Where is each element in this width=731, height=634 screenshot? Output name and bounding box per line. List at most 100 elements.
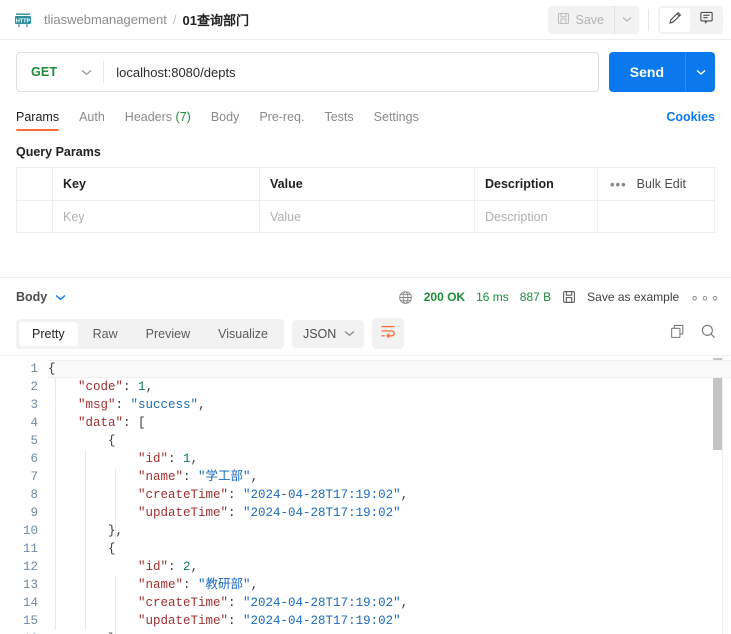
search-icon[interactable] xyxy=(700,323,717,345)
code-line[interactable]: { xyxy=(48,540,731,558)
tab-pretty[interactable]: Pretty xyxy=(19,321,78,346)
code-line[interactable]: "msg": "success", xyxy=(48,396,731,414)
code-token: { xyxy=(48,362,56,376)
breadcrumb-collection[interactable]: tliaswebmanagement xyxy=(44,12,167,27)
code-token: : xyxy=(168,452,184,466)
code-token: "updateTime" xyxy=(138,614,229,628)
comment-icon-button[interactable] xyxy=(691,8,721,32)
cookies-link[interactable]: Cookies xyxy=(666,110,715,131)
word-wrap-button[interactable] xyxy=(372,318,405,349)
save-as-example-button[interactable]: Save as example xyxy=(587,290,679,304)
code-line[interactable]: }, xyxy=(48,630,731,634)
code-token: , xyxy=(250,578,259,592)
bulk-edit-button[interactable]: Bulk Edit xyxy=(637,177,686,191)
code-token: , xyxy=(400,488,409,502)
code-token: "id" xyxy=(138,452,169,466)
send-options-caret[interactable] xyxy=(685,52,715,92)
code-line[interactable]: "createTime": "2024-04-28T17:19:02", xyxy=(48,486,731,504)
send-button[interactable]: Send xyxy=(608,52,685,92)
floppy-disk-icon xyxy=(557,12,570,28)
method-selector[interactable]: GET xyxy=(17,53,103,91)
line-number: 16 xyxy=(0,630,48,634)
tab-settings[interactable]: Settings xyxy=(364,110,429,131)
save-button[interactable]: Save xyxy=(548,6,615,34)
response-body-chevron-down-icon[interactable] xyxy=(55,294,66,301)
response-language-selector[interactable]: JSON xyxy=(291,319,365,348)
code-token: "2024-04-28T17:19:02" xyxy=(243,596,401,610)
tab-raw[interactable]: Raw xyxy=(80,322,131,346)
tab-headers[interactable]: Headers (7) xyxy=(115,110,201,131)
response-view-tabs: Pretty Raw Preview Visualize xyxy=(16,318,284,349)
request-url-row: GET Send xyxy=(0,40,731,103)
line-number: 13 xyxy=(22,578,38,592)
query-params-title: Query Params xyxy=(16,145,101,159)
url-bar: GET xyxy=(16,52,599,92)
tab-params[interactable]: Params xyxy=(16,110,69,131)
code-line[interactable]: "updateTime": "2024-04-28T17:19:02" xyxy=(48,504,731,522)
response-meta: 200 OK 16 ms 887 B Save as example ∘∘∘ xyxy=(398,289,721,306)
response-body-code-area[interactable]: 12345678910111213141516 { "code": 1, "ms… xyxy=(0,355,731,634)
code-line[interactable]: { xyxy=(48,432,731,450)
line-number: 9 xyxy=(30,506,38,520)
code-line[interactable]: { xyxy=(48,360,731,378)
code-token: "2024-04-28T17:19:02" xyxy=(243,506,401,520)
tab-headers-label: Headers xyxy=(124,110,173,124)
line-number: 12 xyxy=(22,560,38,574)
url-input[interactable] xyxy=(104,64,598,80)
tab-tests[interactable]: Tests xyxy=(314,110,363,131)
tab-auth[interactable]: Auth xyxy=(69,110,115,131)
query-params-table: Key Value Description ••• Bulk Edit Key … xyxy=(16,167,715,233)
response-format-bar: Pretty Raw Preview Visualize JSON xyxy=(0,316,731,355)
copy-icon[interactable] xyxy=(669,323,686,345)
code-token: 1 xyxy=(138,380,146,394)
line-number: 5 xyxy=(30,434,38,448)
save-example-floppy-icon[interactable] xyxy=(562,290,576,304)
code-inner: 12345678910111213141516 { "code": 1, "ms… xyxy=(0,356,731,634)
svg-text:HTTP: HTTP xyxy=(16,18,31,24)
row-key-input[interactable]: Key xyxy=(53,201,260,232)
tab-preview[interactable]: Preview xyxy=(133,322,203,346)
tab-visualize[interactable]: Visualize xyxy=(205,322,281,346)
row-key-placeholder: Key xyxy=(63,209,85,224)
code-lines[interactable]: { "code": 1, "msg": "success", "data": [… xyxy=(48,356,731,634)
code-line[interactable]: "name": "学工部", xyxy=(48,468,731,486)
code-line[interactable]: }, xyxy=(48,522,731,540)
tab-body[interactable]: Body xyxy=(201,110,250,131)
line-number: 7 xyxy=(30,470,38,484)
more-options-icon[interactable]: ••• xyxy=(610,177,627,192)
response-more-options-icon[interactable]: ∘∘∘ xyxy=(690,289,721,306)
header-key: Key xyxy=(53,168,260,200)
chevron-down-icon xyxy=(344,330,355,337)
code-line[interactable]: "code": 1, xyxy=(48,378,731,396)
pencil-icon-button[interactable] xyxy=(660,7,690,32)
code-line[interactable]: "id": 2, xyxy=(48,558,731,576)
row-value-placeholder: Value xyxy=(270,209,302,224)
code-token: "id" xyxy=(138,560,169,574)
code-line[interactable]: "createTime": "2024-04-28T17:19:02", xyxy=(48,594,731,612)
row-checkbox-cell[interactable] xyxy=(17,201,53,232)
code-token: { xyxy=(108,434,116,448)
code-token: , xyxy=(145,380,154,394)
save-options-caret[interactable] xyxy=(614,5,639,34)
line-number: 8 xyxy=(30,488,38,502)
save-button-label: Save xyxy=(575,12,605,27)
tab-tests-label: Tests xyxy=(324,110,354,124)
row-description-input[interactable]: Description xyxy=(475,201,598,232)
top-bar-actions: Save xyxy=(547,5,723,34)
code-token: , xyxy=(190,452,199,466)
code-token: "createTime" xyxy=(138,488,229,502)
code-line[interactable]: "id": 1, xyxy=(48,450,731,468)
code-line[interactable]: "data": [ xyxy=(48,414,731,432)
line-number: 15 xyxy=(22,614,38,628)
code-line[interactable]: "name": "教研部", xyxy=(48,576,731,594)
row-value-input[interactable]: Value xyxy=(260,201,475,232)
method-label: GET xyxy=(31,65,58,79)
code-token: : xyxy=(183,470,199,484)
globe-icon[interactable] xyxy=(398,290,413,305)
code-token: 2 xyxy=(183,560,191,574)
tab-prerequest[interactable]: Pre-req. xyxy=(249,110,314,131)
breadcrumb-request-name[interactable]: 01查询部门 xyxy=(182,10,248,29)
code-token: : xyxy=(228,488,244,502)
header-checkbox-cell xyxy=(17,168,53,200)
code-line[interactable]: "updateTime": "2024-04-28T17:19:02" xyxy=(48,612,731,630)
